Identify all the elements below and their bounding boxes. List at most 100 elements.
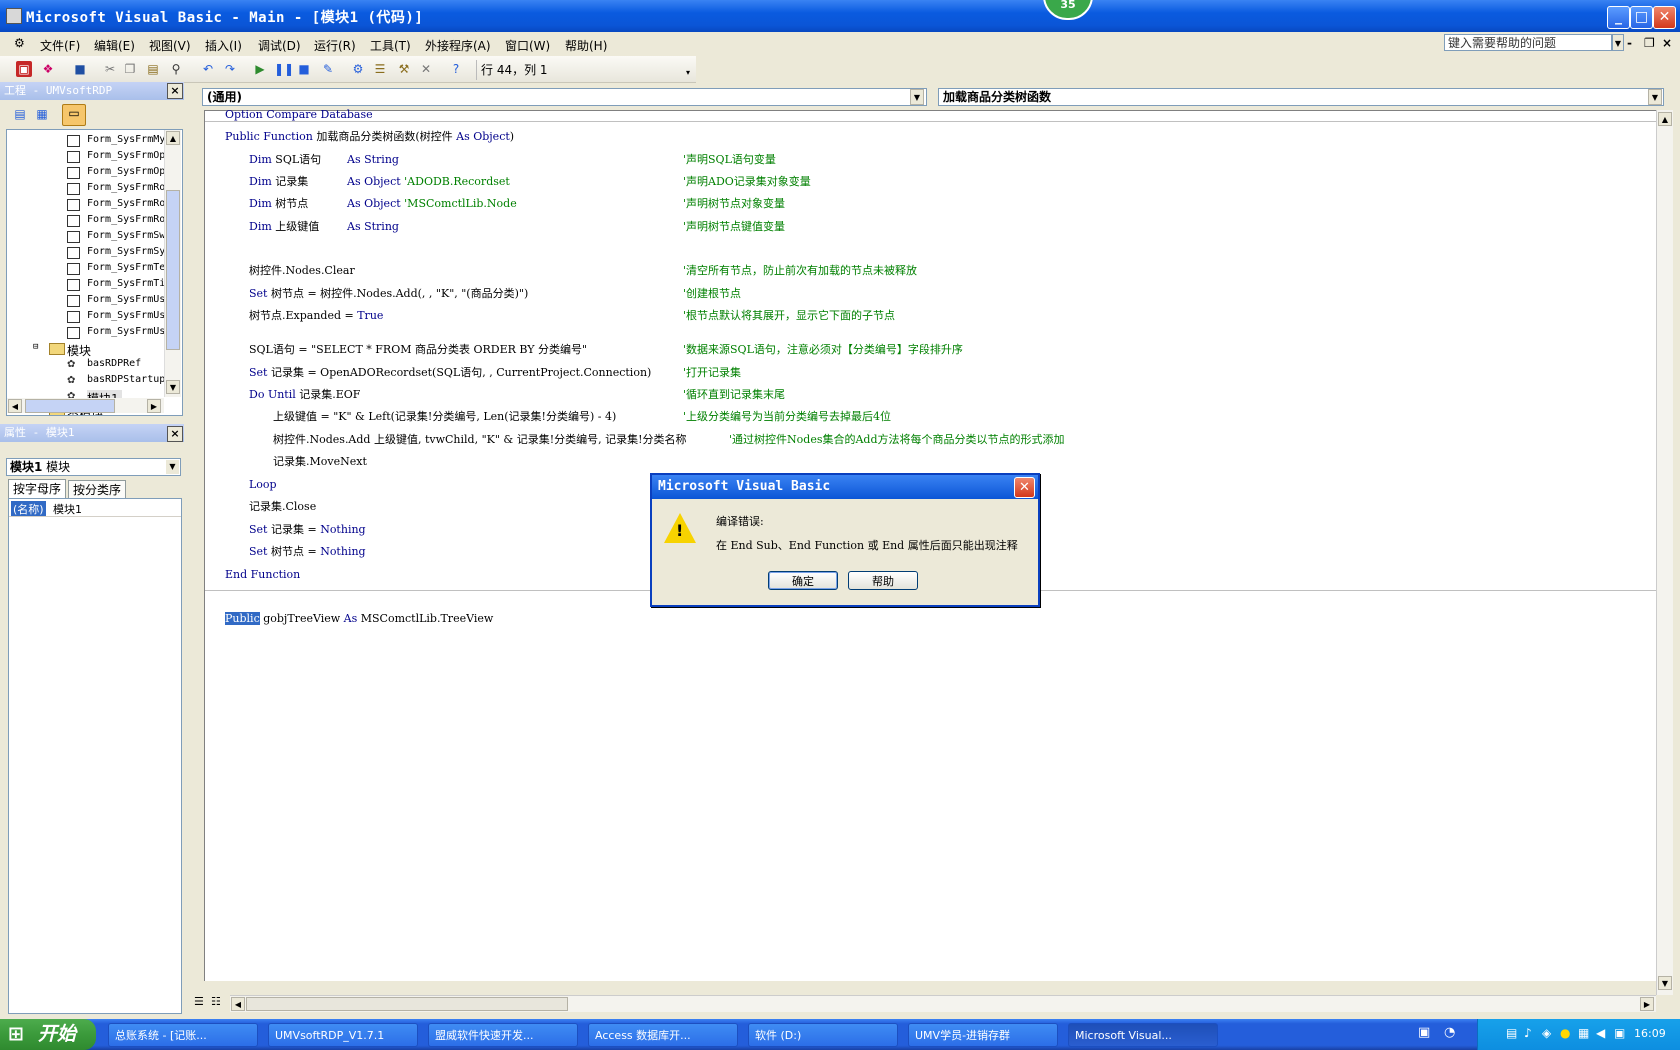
code-horizontal-scrollbar[interactable]: ◀ ▶: [230, 995, 1656, 1012]
help-button[interactable]: 帮助: [848, 571, 918, 590]
menu-edit[interactable]: 编辑(E): [94, 37, 135, 54]
dialog-close-button[interactable]: ✕: [1014, 477, 1035, 498]
menu-tools[interactable]: 工具(T): [370, 37, 411, 54]
tray-icon[interactable]: ▤: [1506, 1026, 1517, 1040]
break-icon[interactable]: ❚❚: [274, 61, 294, 77]
scroll-down-icon[interactable]: ▼: [166, 380, 180, 394]
undo-icon[interactable]: ↶: [200, 61, 216, 77]
help-search-dropdown[interactable]: ▼: [1612, 34, 1624, 51]
code-line[interactable]: Set 树节点 = Nothing: [249, 545, 366, 559]
menu-file[interactable]: 文件(F): [40, 37, 80, 54]
vba-app-icon[interactable]: [6, 8, 22, 24]
tree-item-form[interactable]: Form_SysFrmTe: [87, 262, 165, 273]
code-line[interactable]: Public Function 加载商品分类树函数(树控件 As Object): [225, 130, 514, 144]
code-vertical-scrollbar[interactable]: ▲ ▼: [1656, 110, 1673, 995]
close-button[interactable]: ✕: [1653, 6, 1676, 29]
minimize-button[interactable]: _: [1607, 6, 1630, 29]
menu-insert[interactable]: 插入(I): [205, 37, 242, 54]
tab-alphabetic[interactable]: 按字母序: [8, 479, 67, 498]
ok-button[interactable]: 确定: [768, 571, 838, 590]
full-module-view-icon[interactable]: ☷: [211, 995, 225, 1011]
clock[interactable]: 16:09: [1634, 1027, 1666, 1040]
tree-item-form[interactable]: Form_SysFrmOp: [87, 166, 165, 177]
tree-folder-modules[interactable]: 模块: [67, 342, 91, 359]
scroll-thumb[interactable]: [166, 190, 180, 350]
title-bar[interactable]: Microsoft Visual Basic - Main - [模块1 (代码…: [0, 0, 1680, 32]
properties-list[interactable]: (名称) 模块1: [8, 498, 182, 1014]
dialog-title-bar[interactable]: Microsoft Visual Basic ✕: [652, 475, 1038, 499]
taskbar-button[interactable]: 总账系统 - [记账...: [108, 1023, 258, 1047]
view-code-icon[interactable]: ▤: [12, 106, 28, 122]
code-line[interactable]: Loop: [249, 478, 277, 492]
scroll-right-icon[interactable]: ▶: [147, 399, 161, 413]
code-line[interactable]: 上级键值 = "K" & Left(记录集!分类编号, Len(记录集!分类编号…: [273, 410, 616, 424]
procedure-view-icon[interactable]: ☰: [194, 995, 208, 1011]
insert-module-icon[interactable]: ❖: [40, 61, 56, 77]
taskbar-button[interactable]: UMV学员-进销存群: [908, 1023, 1058, 1047]
code-line[interactable]: 记录集.MoveNext: [273, 455, 367, 469]
menu-run[interactable]: 运行(R): [314, 37, 356, 54]
scroll-up-icon[interactable]: ▲: [1658, 112, 1672, 126]
tree-item-form[interactable]: Form_SysFrmUs: [87, 326, 165, 337]
code-line[interactable]: Dim 记录集: [249, 175, 308, 189]
start-button[interactable]: ⊞ 开始: [0, 1019, 96, 1050]
scroll-thumb[interactable]: [246, 997, 568, 1011]
code-line[interactable]: Dim 树节点: [249, 197, 308, 211]
tray-icon[interactable]: ▣: [1614, 1026, 1625, 1040]
run-icon[interactable]: ▶: [252, 61, 268, 77]
object-browser-icon[interactable]: ⚒: [396, 61, 412, 77]
taskbar-button[interactable]: 软件 (D:): [748, 1023, 898, 1047]
tab-categorized[interactable]: 按分类序: [68, 480, 127, 499]
volume-icon[interactable]: ◀: [1596, 1026, 1605, 1040]
code-line[interactable]: End Function: [225, 568, 300, 582]
object-combo[interactable]: (通用): [202, 88, 927, 106]
scroll-right-icon[interactable]: ▶: [1640, 997, 1654, 1011]
scroll-down-icon[interactable]: ▼: [1658, 976, 1672, 990]
tray-icon[interactable]: ♪: [1524, 1026, 1532, 1040]
menu-debug[interactable]: 调试(D): [258, 37, 301, 54]
maximize-button[interactable]: □: [1630, 6, 1653, 29]
menu-addins[interactable]: 外接程序(A): [425, 37, 491, 54]
project-explorer-icon[interactable]: ⚙: [350, 61, 366, 77]
shield-icon[interactable]: ◈: [1542, 1026, 1551, 1040]
scroll-up-icon[interactable]: ▲: [166, 131, 180, 145]
save-icon[interactable]: ■: [72, 61, 88, 77]
menu-window[interactable]: 窗口(W): [505, 37, 550, 54]
code-line[interactable]: Set 树节点 = 树控件.Nodes.Add(, , "K", "(商品分类)…: [249, 287, 528, 301]
tree-item-form[interactable]: Form_SysFrmMy: [87, 134, 165, 145]
menu-app-icon[interactable]: ⚙: [14, 36, 30, 52]
code-line[interactable]: 树节点.Expanded = True: [249, 309, 383, 323]
code-line[interactable]: Public gobjTreeView As MSComctlLib.TreeV…: [225, 612, 493, 626]
tree-item-form[interactable]: Form_SysFrmRo: [87, 182, 165, 193]
toolbar-options-icon[interactable]: ▾: [686, 68, 690, 77]
code-line[interactable]: Set 记录集 = Nothing: [249, 523, 366, 537]
toolbox-icon[interactable]: ✕: [418, 61, 434, 77]
scroll-left-icon[interactable]: ◀: [231, 997, 245, 1011]
cut-icon[interactable]: ✂: [102, 61, 118, 77]
redo-icon[interactable]: ↷: [222, 61, 238, 77]
procedure-combo[interactable]: 加载商品分类树函数: [938, 88, 1664, 106]
tree-item-module[interactable]: basRDPStartup: [87, 374, 165, 385]
code-line[interactable]: 记录集.Close: [249, 500, 316, 514]
scroll-left-icon[interactable]: ◀: [8, 399, 22, 413]
project-panel-close-icon[interactable]: ×: [167, 83, 183, 99]
design-mode-icon[interactable]: ✎: [320, 61, 336, 77]
code-line[interactable]: 树控件.Nodes.Add 上级键值, tvwChild, "K" & 记录集!…: [273, 433, 687, 447]
code-line[interactable]: 树控件.Nodes.Clear: [249, 264, 355, 278]
tree-item-module[interactable]: basRDPRef: [87, 358, 141, 369]
tray-icon[interactable]: ●: [1560, 1026, 1570, 1040]
code-line[interactable]: Dim SQL语句: [249, 153, 321, 167]
tree-item-form[interactable]: Form_SysFrmRo: [87, 198, 165, 209]
code-margin[interactable]: [192, 110, 204, 980]
menu-view[interactable]: 视图(V): [149, 37, 191, 54]
property-name[interactable]: (名称): [11, 501, 46, 517]
tree-item-form[interactable]: Form_SysFrmSw: [87, 230, 165, 241]
menu-help[interactable]: 帮助(H): [565, 37, 607, 54]
tree-item-form[interactable]: Form_SysFrmRo: [87, 214, 165, 225]
mdi-minimize-button[interactable]: -: [1627, 36, 1632, 50]
mdi-restore-button[interactable]: ❐: [1644, 36, 1655, 50]
project-tree[interactable]: Form_SysFrmMy Form_SysFrmOp Form_SysFrmO…: [6, 129, 183, 416]
find-icon[interactable]: ⚲: [168, 61, 184, 77]
tree-item-form[interactable]: Form_SysFrmUs: [87, 310, 165, 321]
reset-icon[interactable]: ■: [296, 61, 312, 77]
